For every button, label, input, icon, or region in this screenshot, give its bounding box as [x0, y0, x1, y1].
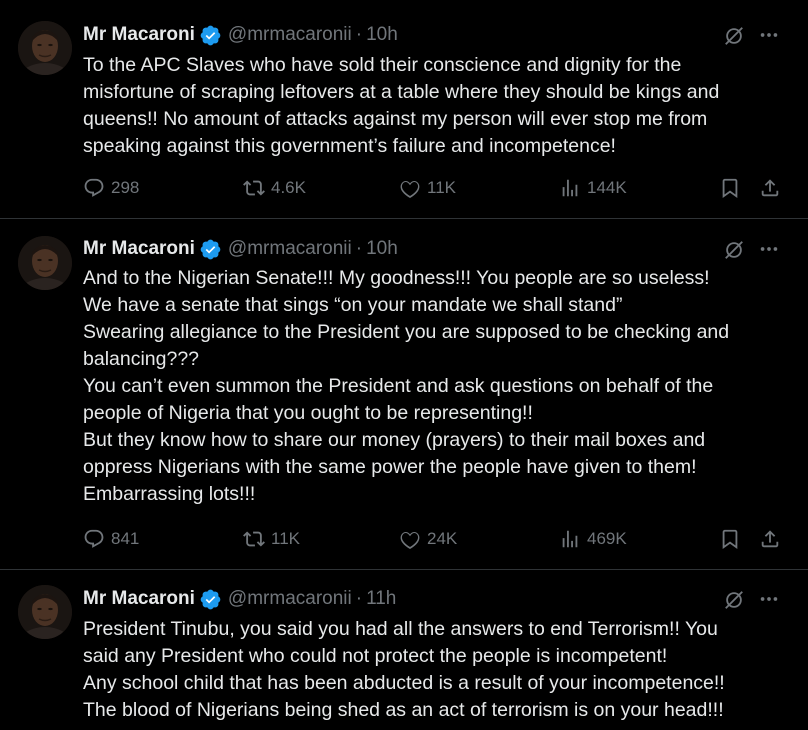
- like-button[interactable]: 24K: [399, 526, 457, 552]
- verified-badge-icon: [199, 24, 222, 47]
- tweet-text-line: The blood of Nigerians being shed as an …: [83, 699, 724, 721]
- repost-count: 4.6K: [271, 178, 306, 197]
- more-icon[interactable]: [758, 24, 780, 46]
- action-bar: 298 4.6K 11K 144K: [83, 175, 788, 201]
- repost-count: 11K: [271, 529, 300, 548]
- views-button[interactable]: 144K: [559, 175, 627, 201]
- separator-dot: ·: [355, 588, 363, 609]
- tweet-text: And to the Nigerian Senate!!! My goodnes…: [83, 265, 788, 508]
- tweet-header: Mr Macaroni @mrmacaronii · 10h: [83, 237, 398, 261]
- share-button[interactable]: [759, 526, 781, 552]
- tweet[interactable]: Mr Macaroni @mrmacaronii · 10h And to th…: [0, 219, 808, 570]
- tweet-header: Mr Macaroni @mrmacaronii · 10h: [83, 23, 398, 47]
- tweet-text-line: misfortune of scraping leftovers at a ta…: [83, 81, 720, 103]
- tweet-text-line: Swearing allegiance to the President you…: [83, 321, 730, 343]
- repost-icon: [243, 531, 265, 547]
- action-bar: 841 11K 24K 469K: [83, 526, 788, 552]
- tweet-text-line: queens!! No amount of attacks against my…: [83, 108, 708, 130]
- views-count: 469K: [587, 529, 627, 548]
- like-count: 11K: [427, 178, 456, 197]
- tweet[interactable]: Mr Macaroni @mrmacaronii · 11h President…: [0, 570, 808, 730]
- like-icon: [400, 181, 420, 199]
- verified-badge-icon: [199, 588, 222, 611]
- grok-icon[interactable]: [723, 25, 745, 47]
- separator-dot: ·: [355, 24, 363, 45]
- views-button[interactable]: 469K: [559, 526, 627, 552]
- views-icon: [562, 530, 578, 548]
- avatar[interactable]: [18, 585, 72, 639]
- tweet-text-line: President Tinubu, you said you had all t…: [83, 618, 718, 640]
- reply-button[interactable]: 298: [83, 175, 139, 201]
- like-button[interactable]: 11K: [399, 175, 456, 201]
- tweet[interactable]: Mr Macaroni @mrmacaronii · 10h To the AP…: [0, 0, 808, 219]
- tweet-text-line: Any school child that has been abducted …: [83, 672, 725, 694]
- timestamp[interactable]: 10h: [366, 238, 398, 260]
- timestamp[interactable]: 11h: [366, 588, 396, 610]
- share-icon: [761, 179, 779, 197]
- tweet-text-line: But they know how to share our money (pr…: [83, 429, 706, 451]
- bookmark-icon: [722, 178, 738, 199]
- author-name[interactable]: Mr Macaroni: [83, 238, 195, 260]
- tweet-text-line: And to the Nigerian Senate!!! My goodnes…: [83, 267, 710, 289]
- tweet-text-line: Embarrassing lots!!!: [83, 483, 256, 505]
- timestamp[interactable]: 10h: [366, 24, 398, 46]
- author-name[interactable]: Mr Macaroni: [83, 24, 195, 46]
- reply-count: 298: [111, 178, 140, 197]
- repost-button[interactable]: 11K: [243, 526, 300, 552]
- verified-badge-icon: [199, 238, 222, 261]
- bookmark-icon: [722, 529, 738, 550]
- grok-icon[interactable]: [723, 239, 745, 261]
- tweet-text: President Tinubu, you said you had all t…: [83, 616, 788, 724]
- bookmark-button[interactable]: [719, 526, 741, 552]
- avatar[interactable]: [18, 21, 72, 75]
- tweet-header: Mr Macaroni @mrmacaronii · 11h: [83, 587, 396, 611]
- reply-icon: [84, 529, 104, 548]
- views-icon: [562, 179, 578, 197]
- more-icon[interactable]: [758, 588, 780, 610]
- reply-button[interactable]: 841: [83, 526, 139, 552]
- tweet-text-line: You can’t even summon the President and …: [83, 375, 714, 397]
- author-handle[interactable]: @mrmacaronii: [228, 238, 352, 260]
- tweet-text: To the APC Slaves who have sold their co…: [83, 52, 788, 160]
- reply-icon: [84, 178, 104, 197]
- tweet-text-line: speaking against this government’s failu…: [83, 135, 616, 157]
- author-handle[interactable]: @mrmacaronii: [228, 588, 352, 610]
- tweet-text-line: balancing???: [83, 348, 200, 370]
- avatar[interactable]: [18, 236, 72, 290]
- grok-icon[interactable]: [723, 589, 745, 611]
- like-icon: [400, 532, 420, 550]
- author-name[interactable]: Mr Macaroni: [83, 588, 195, 610]
- tweet-text-line: oppress Nigerians with the same power th…: [83, 456, 697, 478]
- reply-count: 841: [111, 529, 140, 548]
- more-icon[interactable]: [758, 238, 780, 260]
- like-count: 24K: [427, 529, 458, 548]
- share-button[interactable]: [759, 175, 781, 201]
- tweet-text-line: said any President who could not protect…: [83, 645, 668, 667]
- separator-dot: ·: [355, 238, 363, 259]
- author-handle[interactable]: @mrmacaronii: [228, 24, 352, 46]
- repost-button[interactable]: 4.6K: [243, 175, 306, 201]
- views-count: 144K: [587, 178, 627, 197]
- bookmark-button[interactable]: [719, 175, 741, 201]
- tweet-text-line: We have a senate that sings “on your man…: [83, 294, 623, 316]
- tweet-text-line: To the APC Slaves who have sold their co…: [83, 54, 682, 76]
- share-icon: [761, 530, 779, 548]
- repost-icon: [243, 180, 265, 196]
- tweet-text-line: people of Nigeria that you ought to be r…: [83, 402, 533, 424]
